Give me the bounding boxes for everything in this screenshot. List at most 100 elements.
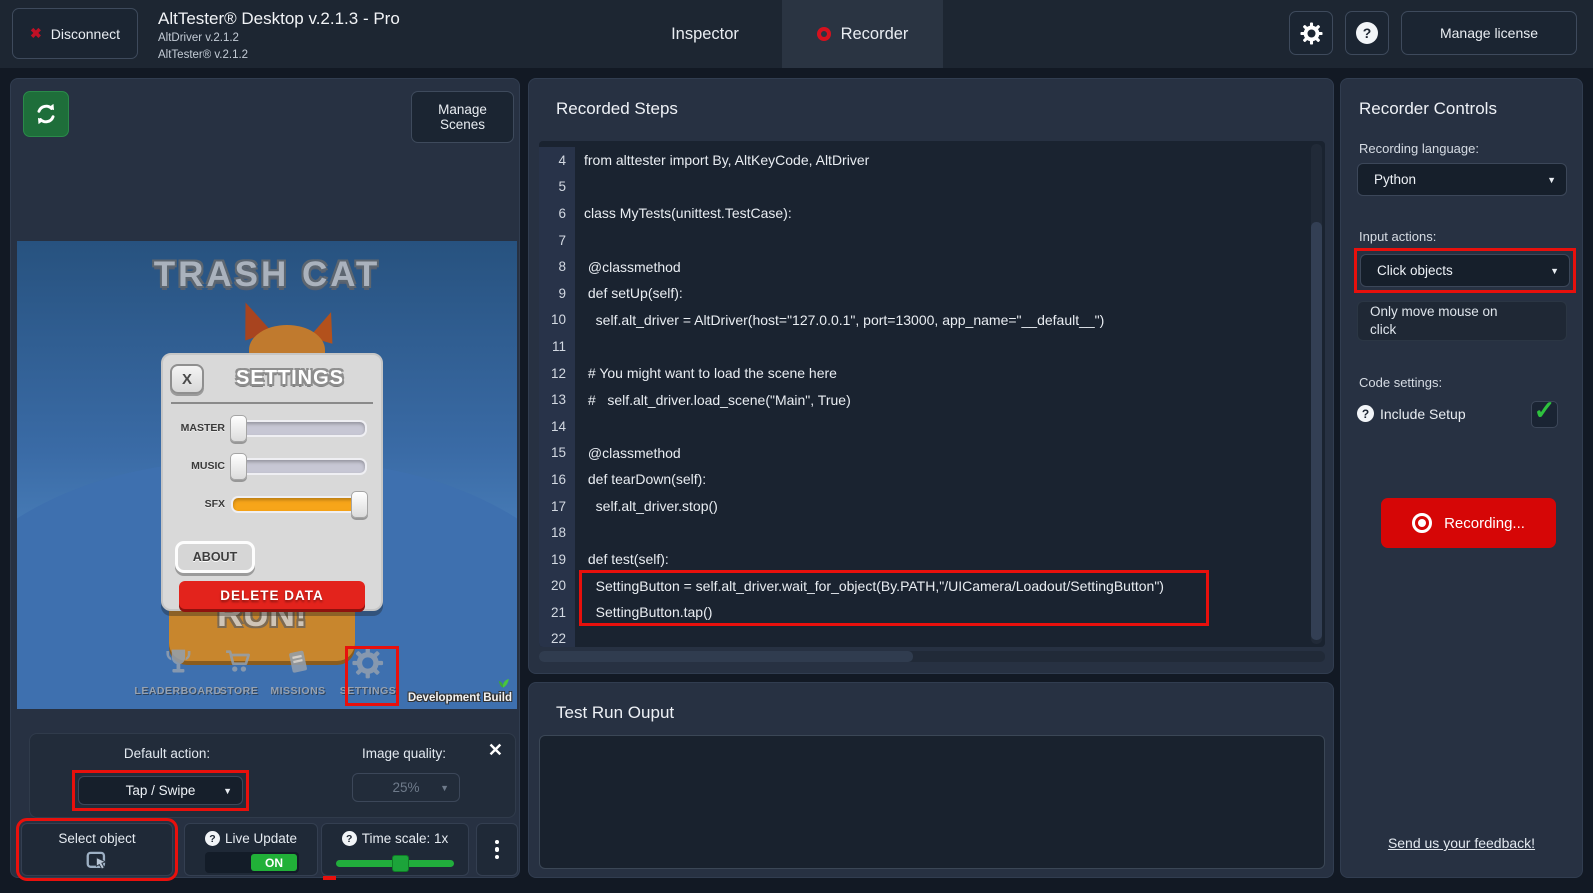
app-preview-panel: Manage Scenes TRASH CAT RUN! X SETTINGS … [10,78,520,878]
code-line: 21 SettingButton.tap() [539,599,1325,626]
master-volume-slider[interactable] [231,420,367,437]
music-volume-slider[interactable] [231,458,367,475]
game-preview-screenshot[interactable]: TRASH CAT RUN! X SETTINGS MASTER MUSIC [17,241,517,709]
live-update-toggle[interactable]: ON [205,852,299,873]
gear-icon [1300,22,1323,45]
chevron-down-icon: ▼ [223,786,232,796]
code-line: 15 @classmethod [539,440,1325,467]
time-scale-slider[interactable] [336,860,454,867]
input-actions-label: Input actions: [1359,229,1436,244]
dialog-divider [171,402,373,404]
question-icon: ? [205,831,220,846]
recording-language-dropdown[interactable]: Python ▼ [1357,163,1567,196]
record-icon [1412,513,1432,533]
only-move-mouse-button[interactable]: Only move mouse on click [1357,301,1567,341]
dialog-close-button[interactable]: X [170,364,204,394]
code-line: 5 [539,174,1325,201]
chevron-down-icon: ▼ [1550,266,1559,276]
live-update-control: ? Live Update ON [184,823,318,876]
code-line: 9 def setUp(self): [539,280,1325,307]
code-line: 13 # self.alt_driver.load_scene("Main", … [539,386,1325,413]
altdriver-version: AltDriver v.2.1.2 [158,31,400,45]
code-line: 4from alttester import By, AltKeyCode, A… [539,147,1325,174]
question-icon: ? [342,831,357,846]
select-object-button[interactable]: Select object [21,823,173,876]
recording-button[interactable]: Recording... [1381,498,1556,548]
default-action-dropdown[interactable]: Tap / Swipe ▼ [78,776,243,805]
vertical-scrollbar [1311,144,1322,644]
dialog-title: SETTINGS [207,367,373,390]
development-build-label: Development Build [408,692,512,704]
code-lines: 4from alttester import By, AltKeyCode, A… [539,147,1325,647]
slider-knob[interactable] [351,491,368,518]
sprout-icon [493,671,513,691]
code-line: 12 # You might want to load the scene he… [539,360,1325,387]
app-title: AltTester® Desktop v.2.1.3 - Pro [158,8,400,29]
refresh-button[interactable] [23,91,69,137]
record-dot-icon [817,27,831,41]
code-line: 16 def tearDown(self): [539,466,1325,493]
code-line: 14 [539,413,1325,440]
tab-recorder[interactable]: Recorder [782,0,943,68]
more-options-button[interactable] [476,823,518,876]
settings-button[interactable] [1289,11,1333,55]
time-scale-label: Time scale: 1x [362,831,449,846]
sfx-volume-row: SFX [169,491,367,517]
question-icon: ? [1357,405,1374,422]
settings-highlight-frame [345,646,399,706]
cart-icon [222,647,256,679]
test-run-output-box [539,735,1325,869]
check-icon: ✓ [1534,395,1556,426]
code-line: 10 self.alt_driver = AltDriver(host="127… [539,307,1325,334]
code-settings-label: Code settings: [1359,375,1442,390]
disconnect-label: Disconnect [51,26,120,42]
alttester-version: AltTester® v.2.1.2 [158,48,400,62]
code-line: 17 self.alt_driver.stop() [539,493,1325,520]
test-run-output-title: Test Run Ouput [556,703,674,723]
slider-knob[interactable] [392,855,409,872]
include-setup-checkbox[interactable]: ✓ [1531,401,1558,428]
vertical-scrollbar-thumb[interactable] [1311,222,1322,640]
input-actions-dropdown[interactable]: Click objects ▼ [1360,254,1570,287]
recorded-steps-title: Recorded Steps [556,99,678,119]
nav-leaderboard[interactable]: LEADERBOARD [134,647,221,697]
code-line: 18 [539,519,1325,546]
manage-scenes-button[interactable]: Manage Scenes [411,91,514,143]
code-line: 7 [539,227,1325,254]
code-line: 8 @classmethod [539,253,1325,280]
help-button[interactable]: ? [1345,11,1389,55]
time-scale-control: ? Time scale: 1x [321,823,469,876]
horizontal-scrollbar-thumb[interactable] [539,651,913,662]
default-action-label: Default action: [87,746,247,761]
chevron-down-icon: ▼ [1547,175,1556,185]
recorder-controls-panel: Recorder Controls Recording language: Py… [1340,78,1583,878]
code-editor[interactable]: 4from alttester import By, AltKeyCode, A… [539,141,1325,647]
chevron-down-icon: ▼ [440,783,449,793]
recording-language-label: Recording language: [1359,141,1479,156]
include-setup-row: ? Include Setup [1357,405,1466,422]
default-action-highlight-frame: Tap / Swipe ▼ [72,770,249,811]
kebab-icon [495,840,500,845]
include-setup-label: Include Setup [1380,406,1466,422]
game-settings-dialog: X SETTINGS MASTER MUSIC SFX ABOUT DELETE… [161,353,383,611]
close-options-icon[interactable]: ✕ [488,740,503,761]
manage-license-button[interactable]: Manage license [1401,11,1577,55]
preview-options-panel: ✕ Default action: Tap / Swipe ▼ Image qu… [29,733,516,818]
test-run-output-panel: Test Run Ouput [528,682,1334,878]
nav-store[interactable]: STORE [220,647,258,697]
about-button[interactable]: ABOUT [175,541,255,573]
sfx-volume-slider[interactable] [231,496,367,513]
question-icon: ? [1356,22,1378,44]
code-line: 20 SettingButton = self.alt_driver.wait_… [539,573,1325,600]
delete-data-button[interactable]: DELETE DATA [179,581,365,609]
sfx-label: SFX [169,498,231,510]
book-icon [281,647,315,679]
recorded-steps-panel: Recorded Steps 4from alttester import By… [528,78,1334,674]
slider-knob[interactable] [230,453,247,480]
disconnect-button[interactable]: ✖ Disconnect [12,8,138,59]
feedback-link[interactable]: Send us your feedback! [1341,835,1582,851]
red-marker [323,876,336,880]
slider-knob[interactable] [230,415,247,442]
nav-missions[interactable]: MISSIONS [270,647,325,697]
tab-inspector[interactable]: Inspector [645,0,765,68]
